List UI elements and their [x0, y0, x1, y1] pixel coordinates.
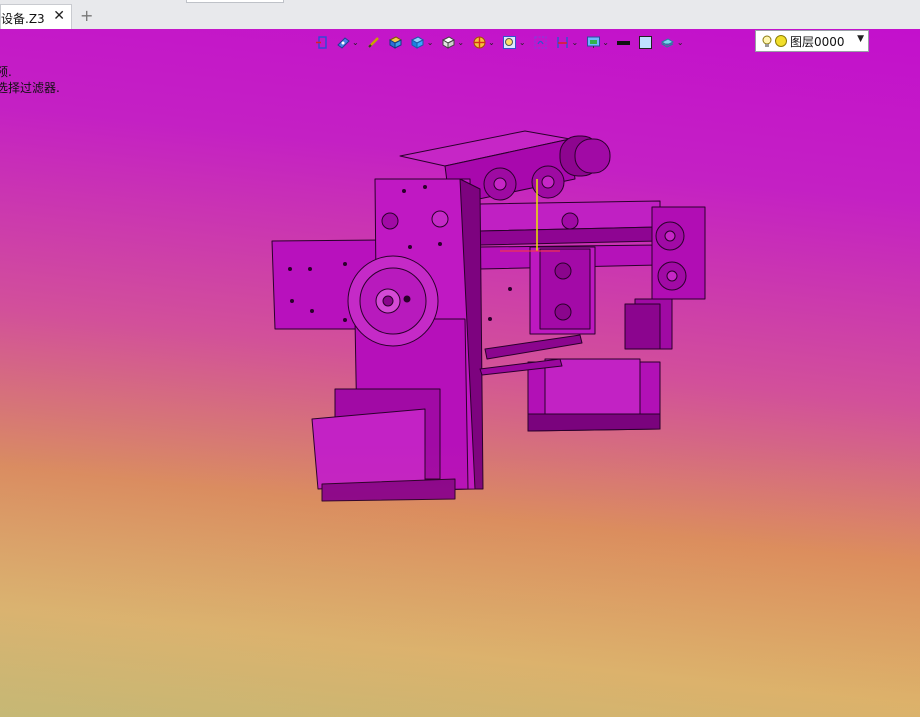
display-mode-button[interactable] [407, 32, 429, 52]
zoom-icon [503, 35, 517, 49]
view-orientation-button[interactable] [332, 32, 354, 52]
section-view-button[interactable] [468, 32, 490, 52]
color-swatch-button[interactable] [635, 32, 657, 52]
shaded-solid-button[interactable] [385, 32, 407, 52]
prompt-line-1: 预. [0, 65, 12, 79]
shaded-solid-icon [389, 35, 403, 49]
document-tab-title: 设备.Z3 [1, 12, 45, 26]
layer-select[interactable]: 图层0000 ▼ [755, 30, 869, 52]
line-style-button[interactable] [613, 32, 635, 52]
document-tab-bar: 设备.Z3 ✕ + [0, 0, 920, 30]
document-tab[interactable]: 设备.Z3 ✕ [0, 4, 72, 29]
background-icon [586, 36, 600, 48]
prompt-line-2: 选择过滤器. [0, 81, 60, 95]
zoom-button[interactable] [499, 32, 521, 52]
rotate-view-icon [534, 35, 547, 49]
line-style-icon [617, 40, 631, 45]
exit-sketch-icon [315, 35, 327, 49]
layer-manager-button[interactable] [657, 32, 679, 52]
exit-sketch-button[interactable] [310, 32, 332, 52]
lightbulb-icon [762, 35, 772, 47]
layer-icon [661, 37, 675, 48]
model-screw-shaft [484, 334, 583, 360]
layer-color-icon [775, 35, 787, 47]
standard-views-button[interactable] [437, 32, 459, 52]
view-orientation-icon [336, 36, 350, 49]
3d-viewport[interactable]: 预. 选择过滤器. [0, 29, 920, 717]
toolbar-edge [186, 0, 284, 3]
inquire-button[interactable] [552, 32, 574, 52]
pencil-button[interactable] [363, 32, 385, 52]
standard-views-cube-icon [441, 35, 455, 49]
current-layer-label: 图层0000 [790, 34, 845, 49]
pencil-icon [368, 36, 380, 48]
color-swatch-icon [639, 35, 653, 49]
new-tab-button[interactable]: + [80, 6, 93, 25]
section-view-icon [473, 36, 486, 48]
background-button[interactable] [582, 32, 604, 52]
rotate-view-button[interactable] [530, 32, 552, 52]
close-tab-icon[interactable]: ✕ [53, 8, 65, 24]
dropdown-arrow-icon[interactable]: ▼ [857, 34, 864, 44]
view-toolbar: ⌄ ⌄ ⌄ ⌄ ⌄ ⌄ ⌄ ⌄ [310, 31, 688, 53]
3d-model [271, 130, 706, 502]
inquire-icon [557, 36, 568, 48]
display-mode-icon [411, 35, 425, 49]
